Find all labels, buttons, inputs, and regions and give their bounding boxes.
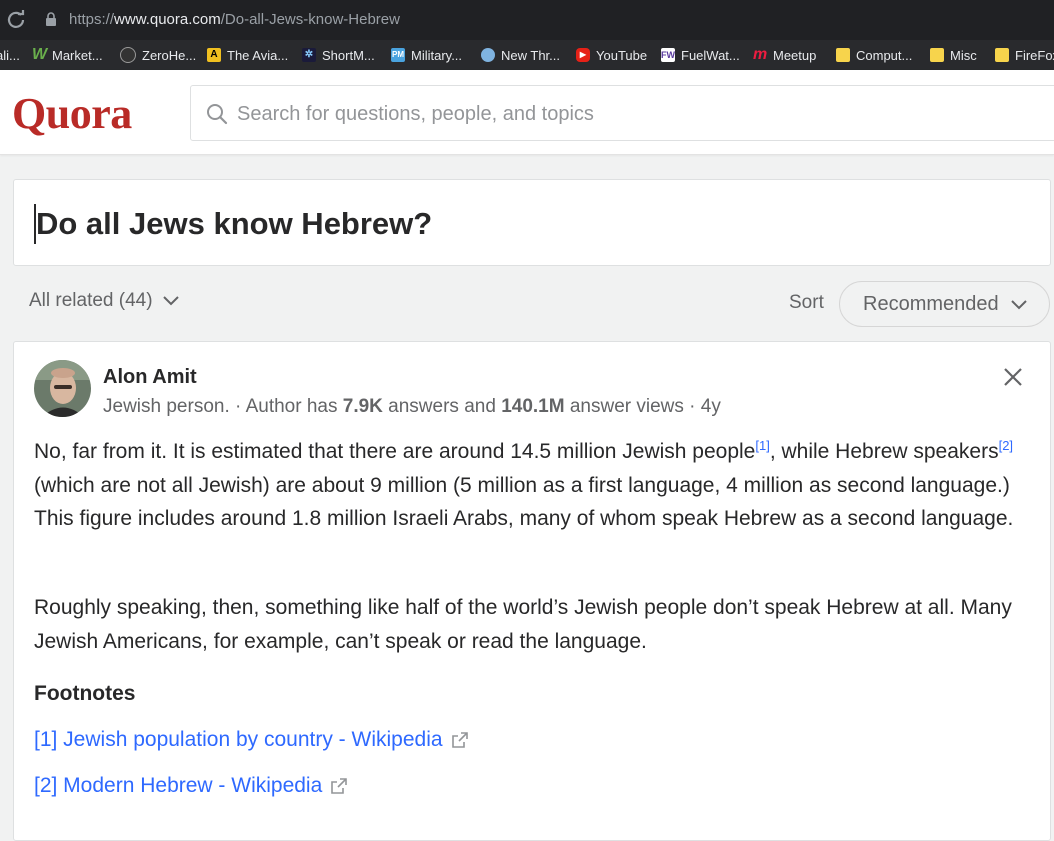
bookmark-item[interactable]: ali... xyxy=(0,40,20,70)
bookmark-label: Military... xyxy=(411,47,463,63)
footnote-ref-1[interactable]: [1] xyxy=(755,438,769,453)
views-count: 140.1M xyxy=(501,396,565,417)
bookmark-item[interactable]: Misc xyxy=(930,40,977,70)
footnote-ref-2[interactable]: [2] xyxy=(999,438,1013,453)
bookmark-item[interactable]: A The Avia... xyxy=(207,40,288,70)
url-scheme: https:// xyxy=(69,11,115,28)
answer-card: Alon Amit Jewish person. · Author has 7.… xyxy=(13,341,1051,841)
zerohedge-icon xyxy=(120,47,136,63)
bookmark-label: Market... xyxy=(52,47,103,63)
aviation-icon: A xyxy=(207,48,221,62)
bookmark-item[interactable]: New Thr... xyxy=(481,40,560,70)
footnote-link-label: [1] Jewish population by country - Wikip… xyxy=(34,728,443,751)
bookmark-label: ShortM... xyxy=(322,47,375,63)
question-card: Do all Jews know Hebrew? xyxy=(13,179,1051,266)
bookmark-item[interactable]: PM Military... xyxy=(391,40,462,70)
author-credential[interactable]: Jewish person. xyxy=(103,396,230,417)
meta-prefix: · Author has xyxy=(235,396,338,417)
url-field[interactable]: https://www.quora.com/Do-all-Jews-know-H… xyxy=(69,10,400,30)
bookmark-item[interactable]: FW FuelWat... xyxy=(661,40,740,70)
answer-text: No, far from it. It is estimated that th… xyxy=(34,440,756,463)
newthread-icon xyxy=(481,48,495,62)
bookmark-label: FuelWat... xyxy=(681,47,740,63)
w-icon: W xyxy=(32,46,48,63)
bookmark-label: Meetup xyxy=(773,47,817,63)
author-meta: Jewish person. · Author has 7.9K answers… xyxy=(103,396,721,418)
fuelwatch-icon: FW xyxy=(661,48,675,62)
bookmark-label: New Thr... xyxy=(501,47,561,63)
url-host: www.quora.com xyxy=(114,11,221,28)
answer-text: , while Hebrew speakers xyxy=(769,440,999,463)
answer-text: (which are not all Jewish) are about 9 m… xyxy=(34,473,1014,531)
avatar[interactable] xyxy=(34,360,91,417)
close-icon[interactable] xyxy=(1000,364,1026,390)
bookmark-label: Misc xyxy=(950,47,977,63)
bookmark-label: YouTube xyxy=(596,47,648,63)
search-box[interactable] xyxy=(190,85,1054,141)
youtube-icon: ▶ xyxy=(576,48,590,62)
bookmark-label: ali... xyxy=(0,47,20,63)
bookmark-label: FireFox xyxy=(1015,47,1054,63)
reload-icon[interactable] xyxy=(6,10,26,30)
url-path: /Do-all-Jews-know-Hebrew xyxy=(220,11,400,28)
bookmark-label: The Avia... xyxy=(227,47,289,63)
chevron-down-icon xyxy=(162,290,179,312)
chevron-down-icon xyxy=(1010,293,1027,316)
sort-label: Sort xyxy=(789,292,824,313)
answer-paragraph-1: No, far from it. It is estimated that th… xyxy=(34,435,1034,536)
quora-logo[interactable]: Quora xyxy=(12,88,132,139)
site-header: Quora xyxy=(0,70,1054,155)
author-name[interactable]: Alon Amit xyxy=(103,366,197,389)
bookmark-item[interactable]: W Market... xyxy=(32,40,103,70)
sort-dropdown[interactable]: Recommended xyxy=(839,281,1050,327)
pm-icon: PM xyxy=(391,48,405,62)
footnote-link-2[interactable]: [2] Modern Hebrew - Wikipedia xyxy=(34,774,348,798)
answer-paragraph-2: Roughly speaking, then, something like h… xyxy=(34,596,1012,653)
shortm-icon: ✲ xyxy=(302,48,316,62)
bookmark-item[interactable]: ✲ ShortM... xyxy=(302,40,375,70)
footnotes-heading: Footnotes xyxy=(34,682,136,705)
search-icon xyxy=(205,102,229,126)
external-link-icon xyxy=(451,731,469,749)
external-link-icon xyxy=(330,777,348,795)
bookmark-item[interactable]: ZeroHe... xyxy=(120,40,196,70)
folder-icon xyxy=(930,48,944,62)
meetup-icon: m xyxy=(753,46,768,63)
answers-count: 7.9K xyxy=(342,396,383,417)
bookmark-item[interactable]: Comput... xyxy=(836,40,912,70)
views-label: answer views · 4y xyxy=(569,396,721,417)
folder-icon xyxy=(836,48,850,62)
sort-value: Recommended xyxy=(863,292,999,315)
lock-icon xyxy=(46,12,56,26)
question-title[interactable]: Do all Jews know Hebrew? xyxy=(36,204,432,244)
footnote-link-label: [2] Modern Hebrew - Wikipedia xyxy=(34,774,323,797)
all-related-dropdown[interactable]: All related (44) xyxy=(29,290,179,312)
answers-label: answers and xyxy=(388,396,496,417)
bookmark-label: Comput... xyxy=(856,47,913,63)
bookmark-item[interactable]: m Meetup xyxy=(753,40,816,70)
search-input[interactable] xyxy=(235,94,1039,134)
bookmark-item[interactable]: ▶ YouTube xyxy=(576,40,647,70)
bookmarks-bar: ali... WMarket... ZeroHe... A The Avia...… xyxy=(0,40,1054,70)
browser-address-bar: https://www.quora.com/Do-all-Jews-know-H… xyxy=(0,0,1054,40)
folder-icon xyxy=(995,48,1009,62)
bookmark-label: ZeroHe... xyxy=(142,47,197,63)
all-related-label: All related (44) xyxy=(29,290,153,311)
footnote-link-1[interactable]: [1] Jewish population by country - Wikip… xyxy=(34,728,469,752)
bookmark-item[interactable]: FireFox xyxy=(995,40,1054,70)
